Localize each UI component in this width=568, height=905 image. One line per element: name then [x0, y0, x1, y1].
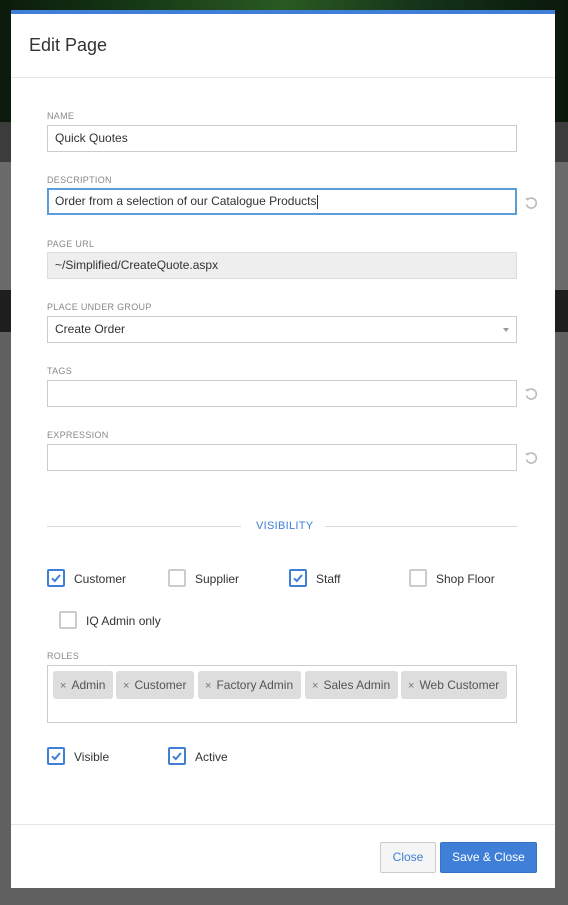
- text-caret: [317, 194, 319, 209]
- role-chip: × Admin: [53, 671, 114, 699]
- modal-header: Edit Page: [11, 14, 555, 78]
- group-value: Create Order: [55, 322, 126, 336]
- group-label: PLACE UNDER GROUP: [47, 302, 152, 312]
- active-checkbox-label: Active: [195, 750, 228, 764]
- visibility-divider-left: [47, 526, 241, 527]
- checkmark-icon: [293, 574, 303, 583]
- edit-page-modal: Edit Page NAME Quick Quotes DESCRIPTION …: [11, 10, 555, 888]
- role-chip: × Factory Admin: [198, 671, 302, 699]
- staff-checkbox[interactable]: [289, 569, 307, 587]
- checkmark-icon: [51, 752, 61, 761]
- remove-role-icon[interactable]: ×: [205, 680, 211, 692]
- role-chip-label: Factory Admin: [216, 678, 294, 692]
- name-value: Quick Quotes: [55, 131, 128, 145]
- description-label: DESCRIPTION: [47, 175, 112, 185]
- remove-role-icon[interactable]: ×: [60, 680, 66, 692]
- supplier-checkbox-label: Supplier: [195, 572, 240, 586]
- active-checkbox[interactable]: [168, 747, 186, 765]
- modal-title: Edit Page: [29, 35, 108, 55]
- remove-role-icon[interactable]: ×: [123, 680, 129, 692]
- role-chip-label: Sales Admin: [323, 678, 391, 692]
- checkmark-icon: [172, 752, 182, 761]
- save-and-close-button[interactable]: Save & Close: [440, 842, 537, 873]
- expression-label: EXPRESSION: [47, 430, 109, 440]
- page-url-field: ~/Simplified/CreateQuote.aspx: [47, 252, 517, 279]
- role-chip-label: Web Customer: [419, 678, 500, 692]
- expression-input[interactable]: [47, 444, 517, 471]
- group-select[interactable]: Create Order: [47, 316, 517, 343]
- role-chip: × Customer: [116, 671, 195, 699]
- name-label: NAME: [47, 111, 75, 121]
- page-url-label: PAGE URL: [47, 239, 95, 249]
- staff-checkbox-label: Staff: [316, 572, 341, 586]
- role-chip-label: Admin: [71, 678, 106, 692]
- iq-admin-only-checkbox-label: IQ Admin only: [86, 614, 161, 628]
- role-chip: × Sales Admin: [305, 671, 399, 699]
- roles-label: ROLES: [47, 651, 80, 661]
- undo-reset-icon[interactable]: [524, 451, 538, 465]
- role-chip: × Web Customer: [401, 671, 508, 699]
- shop-floor-checkbox[interactable]: [409, 569, 427, 587]
- visible-checkbox[interactable]: [47, 747, 65, 765]
- shop-floor-checkbox-label: Shop Floor: [436, 572, 495, 586]
- visibility-heading: VISIBILITY: [256, 520, 314, 532]
- visibility-divider-right: [325, 526, 517, 527]
- remove-role-icon[interactable]: ×: [408, 680, 414, 692]
- description-input[interactable]: Order from a selection of our Catalogue …: [47, 188, 517, 215]
- undo-reset-icon[interactable]: [524, 387, 538, 401]
- close-button[interactable]: Close: [380, 842, 436, 873]
- visible-checkbox-label: Visible: [74, 750, 110, 764]
- page-url-value: ~/Simplified/CreateQuote.aspx: [55, 258, 219, 272]
- description-value: Order from a selection of our Catalogue …: [55, 194, 317, 208]
- undo-reset-icon[interactable]: [524, 196, 538, 210]
- customer-checkbox[interactable]: [47, 569, 65, 587]
- name-input[interactable]: Quick Quotes: [47, 125, 517, 152]
- chevron-down-icon: [503, 328, 509, 332]
- iq-admin-only-checkbox[interactable]: [59, 611, 77, 629]
- remove-role-icon[interactable]: ×: [312, 680, 318, 692]
- roles-multiselect[interactable]: × Admin × Customer × Factory Admin × Sales A…: [47, 665, 517, 723]
- role-chip-label: Customer: [134, 678, 187, 692]
- checkmark-icon: [51, 574, 61, 583]
- tags-label: TAGS: [47, 366, 73, 376]
- customer-checkbox-label: Customer: [74, 572, 127, 586]
- tags-input[interactable]: [47, 380, 517, 407]
- supplier-checkbox[interactable]: [168, 569, 186, 587]
